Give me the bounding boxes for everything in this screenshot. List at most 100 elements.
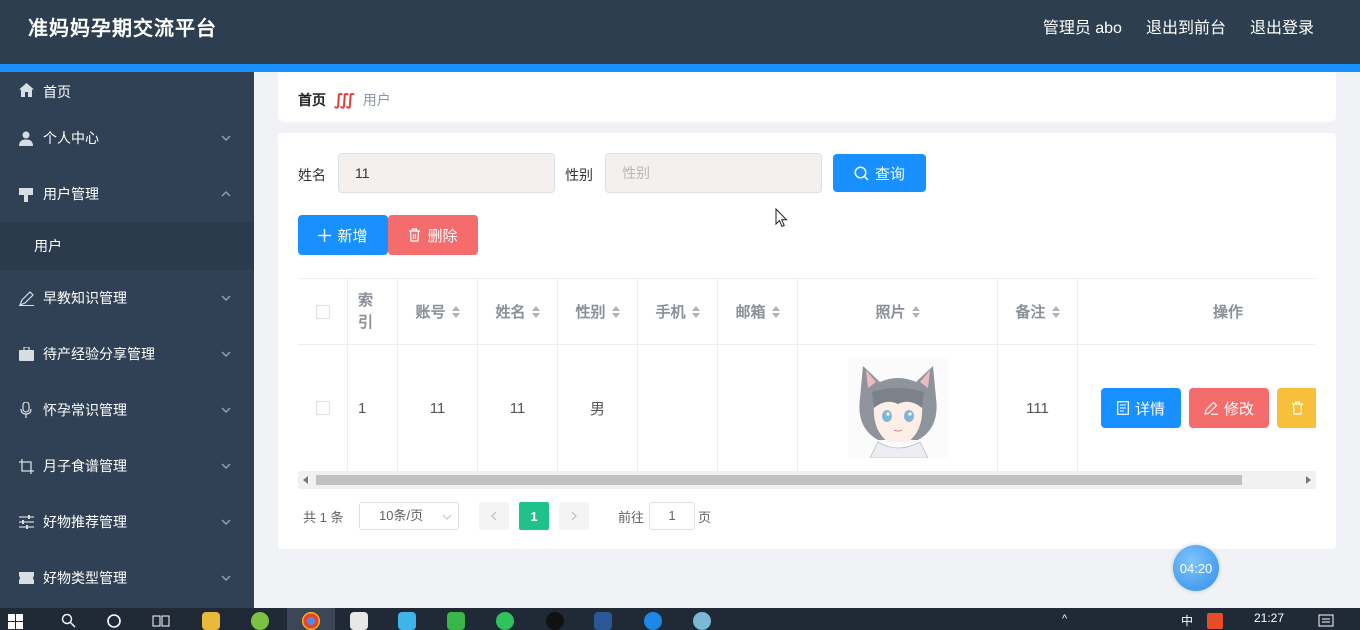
gender-label: 性别 <box>565 167 593 183</box>
row-select-cell <box>298 345 348 471</box>
cortana-icon[interactable] <box>106 613 122 629</box>
admin-label: 管理员 abo <box>1042 20 1122 37</box>
app-green-icon[interactable] <box>251 612 269 630</box>
cell-note: 111 <box>998 345 1078 471</box>
qq-icon[interactable] <box>546 612 564 630</box>
windows-start-icon[interactable] <box>8 614 23 629</box>
goto-page-input[interactable]: 1 <box>649 502 695 530</box>
sidebar-item-user-management[interactable]: 用户管理 <box>0 166 254 222</box>
player-icon[interactable] <box>398 612 416 630</box>
chevron-down-icon <box>221 295 231 301</box>
user-photo[interactable] <box>847 358 948 458</box>
scrollbar-thumb[interactable] <box>316 475 1242 485</box>
sidebar: 首页 个人中心 用户管理 用户 早教知识管理 待产经验分享管理 怀孕常识管理 月… <box>0 72 254 608</box>
table-horizontal-scrollbar[interactable] <box>298 471 1316 489</box>
detail-button-label: 详情 <box>1134 400 1165 418</box>
sidebar-item-early-education[interactable]: 早教知识管理 <box>0 270 254 326</box>
add-button[interactable]: 新增 <box>298 215 388 255</box>
sidebar-item-label: 用户管理 <box>43 186 99 202</box>
sidebar-item-label: 待产经验分享管理 <box>43 346 155 362</box>
sidebar-item-users[interactable]: 用户 <box>0 222 254 270</box>
crop-icon <box>18 458 34 474</box>
name-input[interactable] <box>338 153 555 193</box>
task-view-icon[interactable] <box>152 613 170 629</box>
app-bird-icon[interactable] <box>693 612 711 630</box>
cell-name: 11 <box>478 345 558 471</box>
table-header: 索引 账号 姓名 性别 手机 邮箱 照片 备注 操作 <box>298 279 1316 345</box>
home-icon <box>18 82 34 98</box>
cell-phone <box>638 345 718 471</box>
cell-index: 1 <box>348 345 398 471</box>
app-arrow-icon[interactable] <box>350 612 368 630</box>
detail-button[interactable]: 详情 <box>1101 388 1181 428</box>
column-name[interactable]: 姓名 <box>478 279 558 344</box>
user-list-panel: 姓名 性别 查询 新增 删除 索引 账号 姓名 性别 手机 邮箱 照片 备注 操… <box>278 133 1336 549</box>
chevron-down-icon <box>221 463 231 469</box>
ime-indicator[interactable]: 中 <box>1181 612 1193 629</box>
column-gender[interactable]: 性别 <box>558 279 638 344</box>
column-account[interactable]: 账号 <box>398 279 478 344</box>
scroll-right-icon[interactable] <box>1306 476 1311 484</box>
sidebar-item-postpartum-recipes[interactable]: 月子食谱管理 <box>0 438 254 494</box>
scroll-left-icon[interactable] <box>303 476 308 484</box>
suitcase-icon <box>18 346 34 362</box>
page-size-select[interactable]: 10条/页 <box>359 502 459 530</box>
sidebar-item-goods-type[interactable]: 好物类型管理 <box>0 550 254 606</box>
page-number-current[interactable]: 1 <box>519 502 549 530</box>
file-explorer-icon[interactable] <box>202 612 220 630</box>
cell-account: 11 <box>398 345 478 471</box>
iqiyi-icon[interactable] <box>447 612 465 630</box>
breadcrumb-current: 用户 <box>362 92 391 108</box>
delete-button-label: 删除 <box>427 227 458 245</box>
sliders-icon <box>18 514 34 530</box>
breadcrumb-card: 首页 ∭ 用户 <box>278 72 1336 122</box>
sidebar-item-childbirth-experience[interactable]: 待产经验分享管理 <box>0 326 254 382</box>
row-checkbox[interactable] <box>315 401 330 415</box>
notification-icon[interactable] <box>1318 614 1334 628</box>
next-page-button[interactable] <box>559 502 589 530</box>
column-photo[interactable]: 照片 <box>798 279 998 344</box>
user-icon <box>18 130 34 146</box>
chrome-icon[interactable] <box>302 612 320 630</box>
logout-link[interactable]: 退出登录 <box>1250 14 1314 38</box>
sidebar-item-profile[interactable]: 个人中心 <box>0 110 254 166</box>
sidebar-item-home[interactable]: 首页 <box>0 72 254 110</box>
select-all-checkbox[interactable] <box>315 304 330 319</box>
timer-bubble[interactable]: 04:20 <box>1173 545 1219 591</box>
delete-button[interactable]: 删除 <box>388 215 478 255</box>
sidebar-item-goods-recommend[interactable]: 好物推荐管理 <box>0 494 254 550</box>
goto-suffix: 页 <box>698 510 712 525</box>
column-actions: 操作 <box>1212 304 1243 321</box>
sort-icon <box>911 305 920 318</box>
microphone-icon <box>18 402 34 418</box>
sidebar-item-label: 好物类型管理 <box>43 570 127 586</box>
chevron-down-icon <box>221 575 231 581</box>
gender-input[interactable] <box>605 153 822 193</box>
column-note[interactable]: 备注 <box>998 279 1078 344</box>
search-icon <box>854 165 869 181</box>
wechat-icon[interactable] <box>496 612 514 630</box>
chevron-left-icon <box>491 511 497 521</box>
chevron-down-icon <box>221 135 231 141</box>
sidebar-item-pregnancy-knowledge[interactable]: 怀孕常识管理 <box>0 382 254 438</box>
search-icon[interactable] <box>61 613 76 628</box>
column-email[interactable]: 邮箱 <box>718 279 798 344</box>
sort-icon <box>1051 305 1060 318</box>
exit-to-front-link[interactable]: 退出到前台 <box>1146 14 1226 38</box>
delete-row-button[interactable] <box>1277 388 1316 428</box>
word-icon[interactable] <box>594 612 612 630</box>
query-button[interactable]: 查询 <box>833 154 926 192</box>
app-title: 准妈妈孕期交流平台 <box>28 18 217 40</box>
edit-button[interactable]: 修改 <box>1189 388 1269 428</box>
chevron-down-icon <box>221 407 231 413</box>
kugou-icon[interactable] <box>644 612 662 630</box>
trash-icon <box>409 228 421 242</box>
sidebar-item-label: 月子食谱管理 <box>43 458 127 474</box>
breadcrumb-home[interactable]: 首页 <box>298 90 326 110</box>
column-phone[interactable]: 手机 <box>638 279 718 344</box>
plus-icon <box>318 228 332 242</box>
prev-page-button[interactable] <box>479 502 509 530</box>
sort-icon <box>691 305 700 318</box>
html5-tray-icon[interactable] <box>1207 613 1223 629</box>
tray-chevron-icon[interactable]: ^ <box>1062 613 1067 625</box>
